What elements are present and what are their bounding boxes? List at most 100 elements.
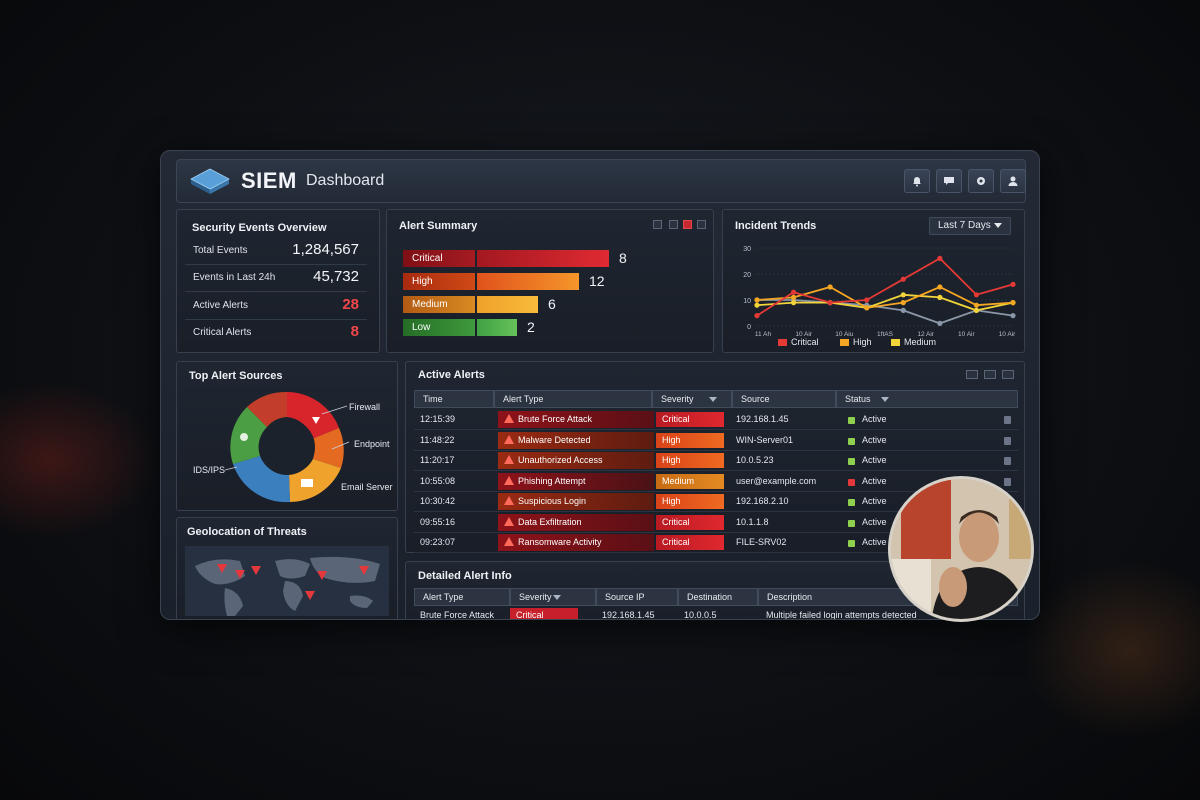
- data-point: [973, 307, 980, 313]
- pin-button[interactable]: [697, 220, 706, 229]
- detail-header-severity[interactable]: Severity: [510, 588, 596, 606]
- page-title: Dashboard: [306, 172, 385, 189]
- data-point: [973, 302, 980, 308]
- sort-arrow-icon: [881, 397, 889, 402]
- stat-value: 45,732: [313, 268, 359, 285]
- security-events-overview: Security Events Overview Total Events 1,…: [176, 209, 380, 353]
- y-tick-label: 30: [743, 246, 751, 253]
- data-point: [864, 297, 870, 303]
- close-button[interactable]: [683, 220, 692, 229]
- threat-pin[interactable]: [317, 571, 327, 580]
- threat-pin[interactable]: [251, 566, 261, 575]
- status-indicator: [848, 437, 855, 445]
- alert-type: Malware Detected: [498, 431, 654, 449]
- delete-icon[interactable]: [1004, 457, 1011, 465]
- alert-type-label: Unauthorized Access: [518, 455, 603, 465]
- threat-pin[interactable]: [359, 566, 369, 575]
- top-alert-sources-panel: Top Alert Sources Firewall Endpoint Emai…: [176, 361, 398, 511]
- data-point: [827, 300, 833, 306]
- data-point: [1010, 281, 1016, 287]
- column-header-time[interactable]: Time: [414, 390, 494, 408]
- severity-badge: High: [656, 432, 724, 448]
- warning-icon: [504, 496, 514, 505]
- settings-icon[interactable]: [968, 169, 994, 193]
- range-dropdown[interactable]: Last 7 Days: [929, 217, 1011, 235]
- alert-source: 192.168.2.10: [736, 496, 789, 506]
- warning-icon: [504, 434, 514, 444]
- column-header-label: Severity: [519, 592, 552, 602]
- source-label-firewall: Firewall: [349, 402, 381, 412]
- detail-header-source-ip[interactable]: Source IP: [596, 588, 678, 606]
- stat-value: 1,284,567: [292, 241, 359, 258]
- panel-title: Geolocation of Threats: [187, 526, 307, 538]
- data-point: [754, 313, 760, 319]
- presenter-video: [891, 479, 1031, 619]
- delete-icon[interactable]: [1004, 416, 1011, 424]
- severity-count: 6: [548, 296, 556, 312]
- mail-icon: [301, 479, 313, 487]
- alert-summary-panel: Alert Summary Critical 8 High 12 Medium …: [386, 209, 714, 353]
- column-header-severity[interactable]: Severity: [652, 390, 732, 408]
- user-icon[interactable]: [1000, 169, 1026, 193]
- table-row[interactable]: 11:48:22 Malware Detected High WIN-Serve…: [414, 431, 1018, 451]
- legend-swatch: [778, 339, 787, 346]
- severity-bar-low: [477, 319, 517, 336]
- alert-time: 09:23:07: [420, 537, 456, 547]
- range-dropdown-value: Last 7 Days: [938, 220, 991, 231]
- data-point: [864, 305, 870, 311]
- status-indicator: [848, 458, 855, 465]
- alert-source: user@example.com: [736, 475, 817, 486]
- panel-title: Incident Trends: [735, 220, 817, 232]
- alert-status: Active: [862, 516, 887, 527]
- geolocation-panel: Geolocation of Threats: [176, 517, 398, 619]
- stat-value: 8: [350, 323, 359, 340]
- alert-type: Ransomware Activity: [498, 534, 654, 551]
- status-indicator: [848, 540, 855, 547]
- menu-button[interactable]: [966, 370, 978, 379]
- delete-icon[interactable]: [1004, 477, 1011, 486]
- alert-source: WIN-Server01: [736, 434, 794, 445]
- incident-trends-panel: Incident Trends Last 7 Days 30 20 10 0 11 Ah…: [722, 209, 1025, 353]
- column-header-source[interactable]: Source: [732, 390, 836, 408]
- bell-icon[interactable]: [904, 169, 930, 193]
- detail-header-type[interactable]: Alert Type: [414, 588, 510, 606]
- severity-count: 2: [527, 319, 535, 335]
- source-label-ids: IDS/IPS: [193, 465, 226, 475]
- alert-type-label: Ransomware Activity: [518, 537, 602, 547]
- sort-arrow-icon: [709, 397, 717, 402]
- stat-total-events: Total Events 1,284,567: [185, 238, 367, 265]
- threat-pin[interactable]: [217, 564, 227, 573]
- detail-destination: 10.0.0.5: [684, 610, 717, 620]
- severity-bar-high: [477, 273, 579, 290]
- chat-icon[interactable]: [936, 169, 962, 193]
- threat-pin[interactable]: [235, 570, 245, 579]
- status-indicator: [848, 499, 855, 506]
- y-tick-label: 20: [743, 272, 751, 279]
- next-button[interactable]: [984, 370, 996, 379]
- alert-time: 12:15:39: [420, 414, 456, 424]
- threat-pin[interactable]: [305, 591, 315, 600]
- alert-type-label: Malware Detected: [518, 434, 591, 445]
- table-row[interactable]: 12:15:39 Brute Force Attack Critical 192…: [414, 410, 1018, 430]
- severity-badge: Critical: [656, 535, 724, 550]
- column-header-alert-type[interactable]: Alert Type: [494, 390, 652, 408]
- alert-type-label: Brute Force Attack: [518, 414, 593, 424]
- column-header-status[interactable]: Status: [836, 390, 1018, 408]
- panel-title: Top Alert Sources: [189, 370, 283, 382]
- data-point: [900, 300, 906, 306]
- source-label-endpoint: Endpoint: [354, 439, 390, 449]
- detail-severity: Critical: [510, 608, 578, 619]
- delete-icon[interactable]: [1004, 436, 1011, 445]
- header-bar: SIEM Dashboard: [176, 159, 1026, 203]
- detail-header-destination[interactable]: Destination: [678, 588, 758, 606]
- severity-bar-medium: [477, 296, 538, 313]
- minimize-button[interactable]: [653, 220, 662, 229]
- severity-label-high: High: [403, 273, 475, 290]
- maximize-button[interactable]: [669, 220, 678, 229]
- alert-type: Brute Force Attack: [498, 411, 654, 428]
- last-button[interactable]: [1002, 370, 1014, 379]
- table-row[interactable]: 11:20:17 Unauthorized Access High 10.0.5…: [414, 451, 1018, 471]
- severity-bar-critical: [477, 250, 609, 267]
- legend-label: High: [853, 337, 872, 347]
- alert-time: 11:48:22: [420, 434, 455, 445]
